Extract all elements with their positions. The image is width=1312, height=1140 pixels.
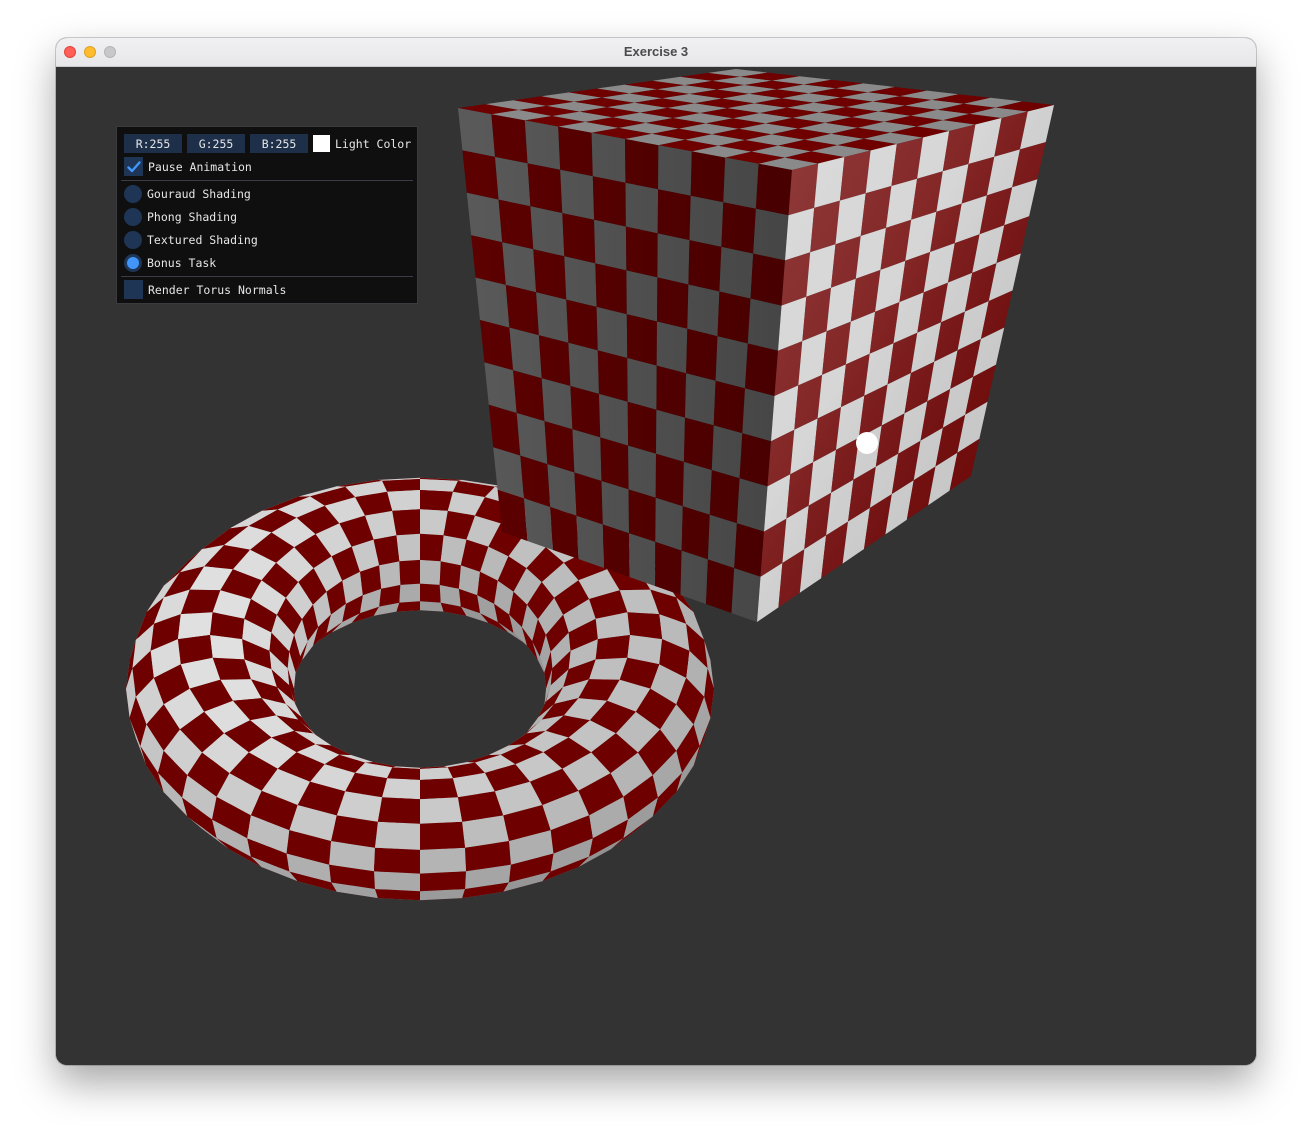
separator: [121, 180, 413, 181]
torus-checker-tile: [420, 533, 444, 562]
bonus-task-label: Bonus Task: [147, 255, 217, 270]
torus-checker-tile: [377, 797, 420, 824]
app-window: Exercise 3 R:255 G:255 B:255 Light Color…: [56, 38, 1256, 1065]
render-torus-normals-checkbox[interactable]: [124, 280, 143, 299]
light-source-marker: [856, 432, 878, 454]
phong-shading-radio[interactable]: [124, 207, 142, 226]
settings-panel: R:255 G:255 B:255 Light Color Pause Anim…: [116, 126, 418, 304]
title-bar: Exercise 3: [56, 38, 1256, 67]
separator: [121, 276, 413, 277]
torus-checker-tile: [382, 479, 420, 492]
gouraud-shading-radio[interactable]: [124, 184, 142, 203]
window-title: Exercise 3: [623, 44, 689, 59]
torus-checker-tile: [420, 479, 458, 492]
cube-model: [458, 69, 1054, 622]
torus-checker-tile: [399, 583, 420, 603]
torus-checker-tile: [375, 821, 420, 850]
torus-checker-tile: [387, 490, 420, 511]
torus-checker-tile: [420, 797, 463, 824]
torus-checker-tile: [387, 767, 420, 780]
torus-checker-tile: [420, 821, 465, 850]
torus-checker-tile: [420, 847, 466, 874]
torus-checker-tile: [420, 583, 441, 603]
torus-checker-tile: [420, 778, 458, 800]
torus-checker-tile: [627, 612, 663, 640]
torus-checker-tile: [379, 561, 401, 589]
pause-animation-label: Pause Animation: [148, 159, 252, 174]
blue-channel-field[interactable]: B:255: [250, 134, 308, 153]
torus-checker-tile: [177, 612, 213, 640]
checkmark-icon: [126, 160, 141, 172]
torus-checker-tile: [420, 559, 441, 585]
torus-checker-tile: [396, 601, 420, 612]
green-channel-field[interactable]: G:255: [187, 134, 245, 153]
torus-checker-tile: [420, 601, 444, 612]
render-viewport[interactable]: R:255 G:255 B:255 Light Color Pause Anim…: [56, 67, 1256, 1065]
torus-checker-tile: [420, 767, 453, 780]
torus-checker-tile: [439, 561, 461, 589]
torus-checker-tile: [399, 559, 420, 585]
bonus-task-radio[interactable]: [124, 253, 142, 272]
torus-checker-tile: [420, 509, 448, 536]
torus-checker-tile: [374, 847, 420, 874]
light-color-swatch[interactable]: [313, 135, 330, 152]
render-torus-normals-label: Render Torus Normals: [148, 282, 287, 297]
textured-shading-label: Textured Shading: [147, 232, 258, 247]
torus-checker-tile: [420, 490, 453, 511]
torus-checker-tile: [374, 871, 420, 892]
pause-animation-checkbox[interactable]: [124, 157, 143, 176]
torus-checker-tile: [396, 533, 420, 562]
radio-selected-dot: [127, 256, 139, 269]
light-color-label: Light Color: [335, 136, 412, 151]
torus-checker-tile: [382, 778, 420, 800]
gouraud-shading-label: Gouraud Shading: [147, 186, 251, 201]
phong-shading-label: Phong Shading: [147, 209, 238, 224]
red-channel-field[interactable]: R:255: [124, 134, 182, 153]
torus-checker-tile: [392, 509, 420, 536]
torus-checker-tile: [420, 871, 466, 892]
textured-shading-radio[interactable]: [124, 230, 142, 249]
